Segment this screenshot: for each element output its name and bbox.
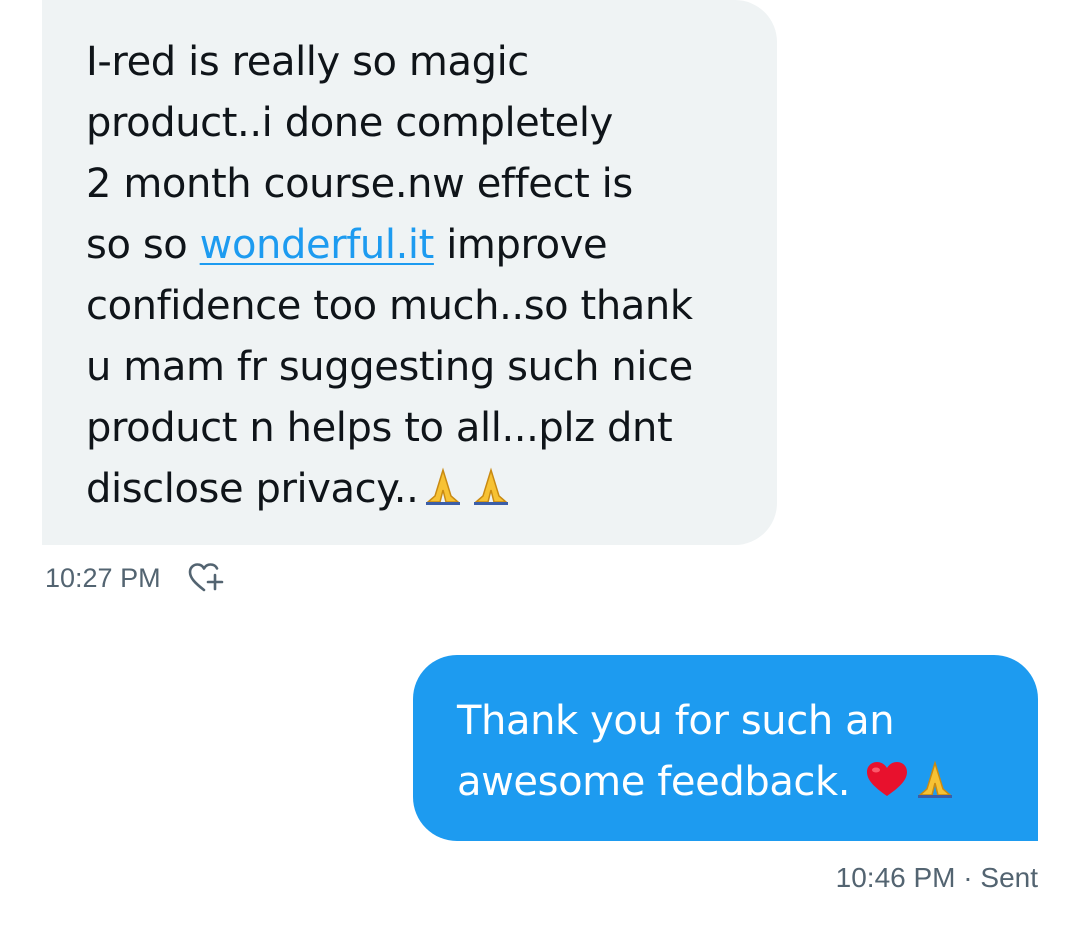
sent-status: Sent bbox=[980, 862, 1038, 893]
message-line: Thank you for such an bbox=[457, 698, 895, 744]
sent-message-bubble[interactable]: Thank you for such an awesome feedback. bbox=[413, 655, 1038, 841]
message-text: so so bbox=[86, 222, 200, 268]
message-text: disclose privacy.. bbox=[86, 466, 419, 512]
message-line: product n helps to all...plz dnt bbox=[86, 405, 673, 451]
received-timestamp: 10:27 PM bbox=[45, 562, 161, 593]
received-message-bubble[interactable]: I-red is really so magic product..i done… bbox=[42, 0, 777, 545]
message-line: confidence too much..so thank bbox=[86, 283, 693, 329]
meta-separator: · bbox=[955, 862, 981, 893]
heart-plus-icon bbox=[188, 563, 223, 592]
received-message-meta: 10:27 PM bbox=[45, 558, 227, 598]
message-line: 2 month course.nw effect is bbox=[86, 161, 633, 207]
message-line: product..i done completely bbox=[86, 100, 613, 146]
message-line: awesome feedback. bbox=[457, 752, 1008, 817]
sent-timestamp: 10:46 PM bbox=[835, 862, 956, 893]
folded-hands-icon bbox=[468, 463, 514, 524]
message-line: I-red is really so magic bbox=[86, 39, 529, 85]
message-text: awesome feedback. bbox=[457, 759, 863, 805]
message-link[interactable]: wonderful.it bbox=[200, 222, 435, 268]
message-line: disclose privacy.. bbox=[86, 459, 737, 524]
message-line-with-link: so so wonderful.it improve bbox=[86, 215, 737, 276]
add-reaction-button[interactable] bbox=[185, 558, 227, 598]
folded-hands-icon bbox=[420, 463, 466, 524]
folded-hands-icon bbox=[912, 756, 958, 817]
red-heart-icon bbox=[864, 756, 910, 817]
dm-conversation: I-red is really so magic product..i done… bbox=[0, 0, 1080, 925]
message-text: improve bbox=[433, 222, 608, 268]
sent-message-meta: 10:46 PM · Sent bbox=[836, 862, 1038, 894]
message-line: u mam fr suggesting such nice bbox=[86, 344, 693, 390]
